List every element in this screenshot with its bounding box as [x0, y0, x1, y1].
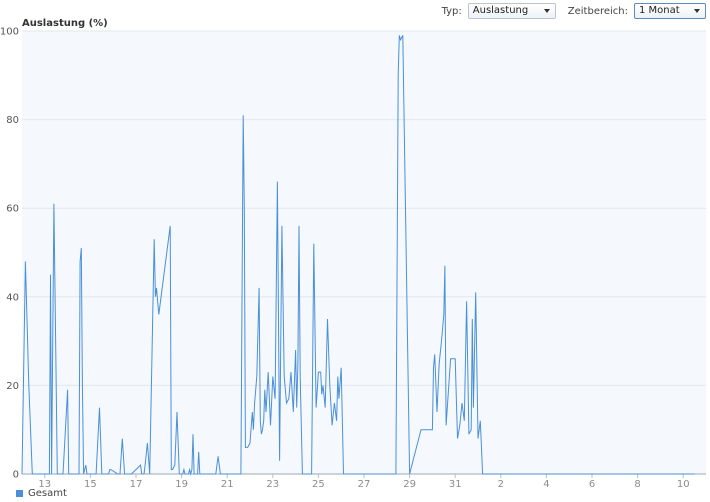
y-tick-label: 0 [13, 470, 19, 481]
x-tick-label: 29 [403, 479, 416, 490]
x-tick-label: 2 [498, 479, 504, 490]
y-tick-label: 60 [6, 204, 19, 215]
legend[interactable]: Gesamt [16, 488, 67, 499]
x-tick-label: 4 [543, 479, 549, 490]
x-tick-label: 15 [84, 479, 97, 490]
x-tick-label: 25 [312, 479, 325, 490]
x-tick-label: 19 [175, 479, 188, 490]
x-tick-label: 8 [634, 479, 640, 490]
x-tick-label: 31 [449, 479, 462, 490]
x-tick-label: 10 [677, 479, 690, 490]
plot-area [22, 31, 706, 474]
x-tick-label: 23 [266, 479, 279, 490]
legend-swatch [16, 490, 23, 497]
x-tick-label: 6 [589, 479, 595, 490]
y-tick-label: 40 [6, 292, 19, 303]
y-tick-label: 20 [6, 381, 19, 392]
x-tick-label: 17 [130, 479, 143, 490]
y-axis-ticks: 0 20 40 60 80 100 [0, 27, 19, 481]
legend-label: Gesamt [28, 488, 67, 499]
x-axis-ticks: 13 15 17 19 21 23 25 27 29 31 2 4 6 8 10 [38, 474, 690, 490]
x-tick-label: 27 [358, 479, 371, 490]
y-tick-label: 100 [0, 27, 19, 38]
x-tick-label: 21 [221, 479, 234, 490]
utilization-chart: 020406080100 13 15 17 19 21 23 25 27 29 31 2 4 6 8 10 [0, 27, 706, 490]
y-tick-label: 80 [6, 115, 19, 126]
